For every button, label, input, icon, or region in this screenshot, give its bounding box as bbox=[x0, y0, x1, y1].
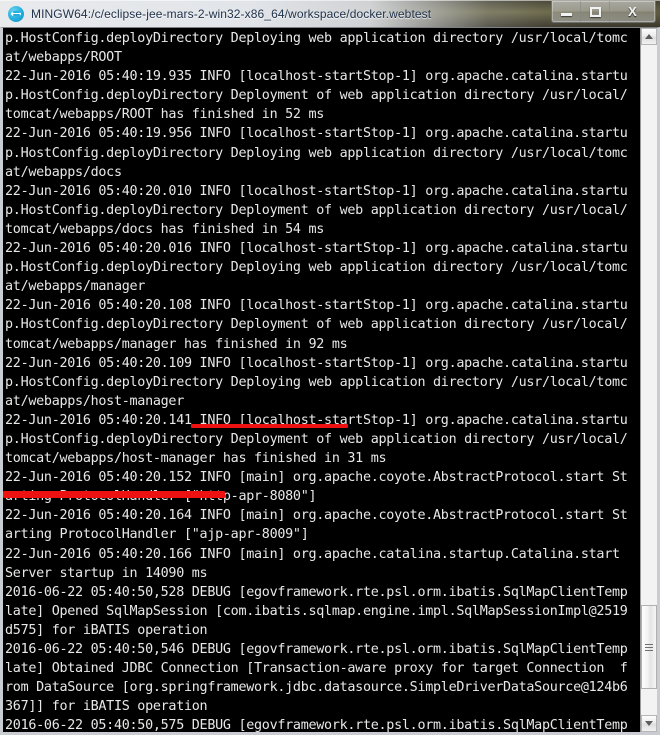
terminal-line: p.HostConfig.deployDirectory Deployment … bbox=[5, 88, 628, 104]
close-icon: X bbox=[628, 4, 637, 19]
terminal-line: 22-Jun-2016 05:40:20.109 INFO [localhost… bbox=[5, 355, 628, 371]
terminal-line: at/webapps/ROOT bbox=[5, 50, 122, 66]
terminal-line: 22-Jun-2016 05:40:20.010 INFO [localhost… bbox=[5, 183, 628, 199]
terminal-line: Server startup in 14090 ms bbox=[5, 565, 208, 581]
terminal-body[interactable]: p.HostConfig.deployDirectory Deploying w… bbox=[3, 28, 657, 732]
terminal-line: 22-Jun-2016 05:40:19.935 INFO [localhost… bbox=[5, 69, 628, 85]
minimize-button[interactable] bbox=[552, 1, 581, 22]
terminal-line: 22-Jun-2016 05:40:19.956 INFO [localhost… bbox=[5, 126, 628, 142]
terminal-line: p.HostConfig.deployDirectory Deploying w… bbox=[5, 31, 628, 46]
terminal-line: tomcat/webapps/host-manager has finished… bbox=[5, 451, 387, 467]
terminal-line: p.HostConfig.deployDirectory Deploying w… bbox=[5, 374, 628, 390]
terminal-line: 2016-06-22 05:40:50,575 DEBUG [egovframe… bbox=[5, 718, 628, 732]
terminal-line: rom DataSource [org.springframework.jdbc… bbox=[5, 680, 628, 696]
terminal-frame: p.HostConfig.deployDirectory Deploying w… bbox=[0, 27, 660, 735]
terminal-line: 367]] for iBATIS operation bbox=[5, 699, 208, 715]
terminal-line: 2016-06-22 05:40:50,528 DEBUG [egovframe… bbox=[5, 584, 628, 600]
terminal-line: p.HostConfig.deployDirectory Deployment … bbox=[5, 431, 628, 447]
caption-buttons: X bbox=[551, 1, 656, 23]
terminal-output[interactable]: p.HostConfig.deployDirectory Deploying w… bbox=[3, 28, 640, 732]
annotation-strikethrough-debug-line bbox=[3, 491, 225, 498]
minimize-icon bbox=[560, 13, 572, 16]
terminal-line: late] Obtained JDBC Connection [Transact… bbox=[5, 661, 628, 677]
scroll-down-button[interactable] bbox=[641, 715, 657, 732]
terminal-window: MINGW64:/c/eclipse-jee-mars-2-win32-x86_… bbox=[0, 0, 660, 735]
terminal-line: at/webapps/host-manager bbox=[5, 393, 184, 409]
terminal-line: 22-Jun-2016 05:40:20.166 INFO [main] org… bbox=[5, 546, 620, 562]
terminal-line: 22-Jun-2016 05:40:20.152 INFO [main] org… bbox=[5, 470, 628, 486]
window-title: MINGW64:/c/eclipse-jee-mars-2-win32-x86_… bbox=[31, 6, 432, 21]
terminal-line: 2016-06-22 05:40:50,546 DEBUG [egovframe… bbox=[5, 642, 628, 657]
terminal-line: at/webapps/manager bbox=[5, 279, 146, 295]
scroll-up-arrow-icon bbox=[645, 34, 653, 39]
scroll-down-arrow-icon bbox=[645, 721, 653, 726]
maximize-icon bbox=[589, 6, 601, 17]
scroll-up-button[interactable] bbox=[641, 28, 657, 45]
terminal-line: late] Opened SqlMapSession [com.ibatis.s… bbox=[5, 603, 628, 619]
maximize-button[interactable] bbox=[581, 1, 610, 22]
terminal-line: p.HostConfig.deployDirectory Deployment … bbox=[5, 317, 628, 333]
scrollbar-track[interactable] bbox=[641, 45, 657, 715]
terminal-line: tomcat/webapps/manager has finished in 9… bbox=[5, 336, 348, 352]
terminal-line: 22-Jun-2016 05:40:20.108 INFO [localhost… bbox=[5, 298, 628, 314]
mintty-icon[interactable] bbox=[8, 5, 24, 22]
terminal-line: arting ProtocolHandler ["ajp-apr-8009"] bbox=[5, 527, 309, 543]
scrollbar-grip-icon bbox=[645, 643, 653, 651]
annotation-underline-http-apr-8080 bbox=[191, 424, 348, 428]
terminal-line: 22-Jun-2016 05:40:20.164 INFO [main] org… bbox=[5, 508, 628, 524]
terminal-line: at/webapps/docs bbox=[5, 164, 122, 180]
terminal-line: tomcat/webapps/ROOT has finished in 52 m… bbox=[5, 107, 325, 123]
scrollbar-thumb[interactable] bbox=[641, 605, 657, 689]
terminal-line: 22-Jun-2016 05:40:20.016 INFO [localhost… bbox=[5, 241, 628, 257]
terminal-line: tomcat/webapps/docs has finished in 54 m… bbox=[5, 221, 325, 237]
vertical-scrollbar[interactable] bbox=[640, 28, 657, 732]
terminal-line: p.HostConfig.deployDirectory Deployment … bbox=[5, 202, 628, 218]
terminal-line: d575] for iBATIS operation bbox=[5, 622, 208, 638]
close-button[interactable]: X bbox=[610, 1, 655, 22]
terminal-line: p.HostConfig.deployDirectory Deploying w… bbox=[5, 145, 628, 161]
terminal-line: p.HostConfig.deployDirectory Deploying w… bbox=[5, 260, 628, 276]
